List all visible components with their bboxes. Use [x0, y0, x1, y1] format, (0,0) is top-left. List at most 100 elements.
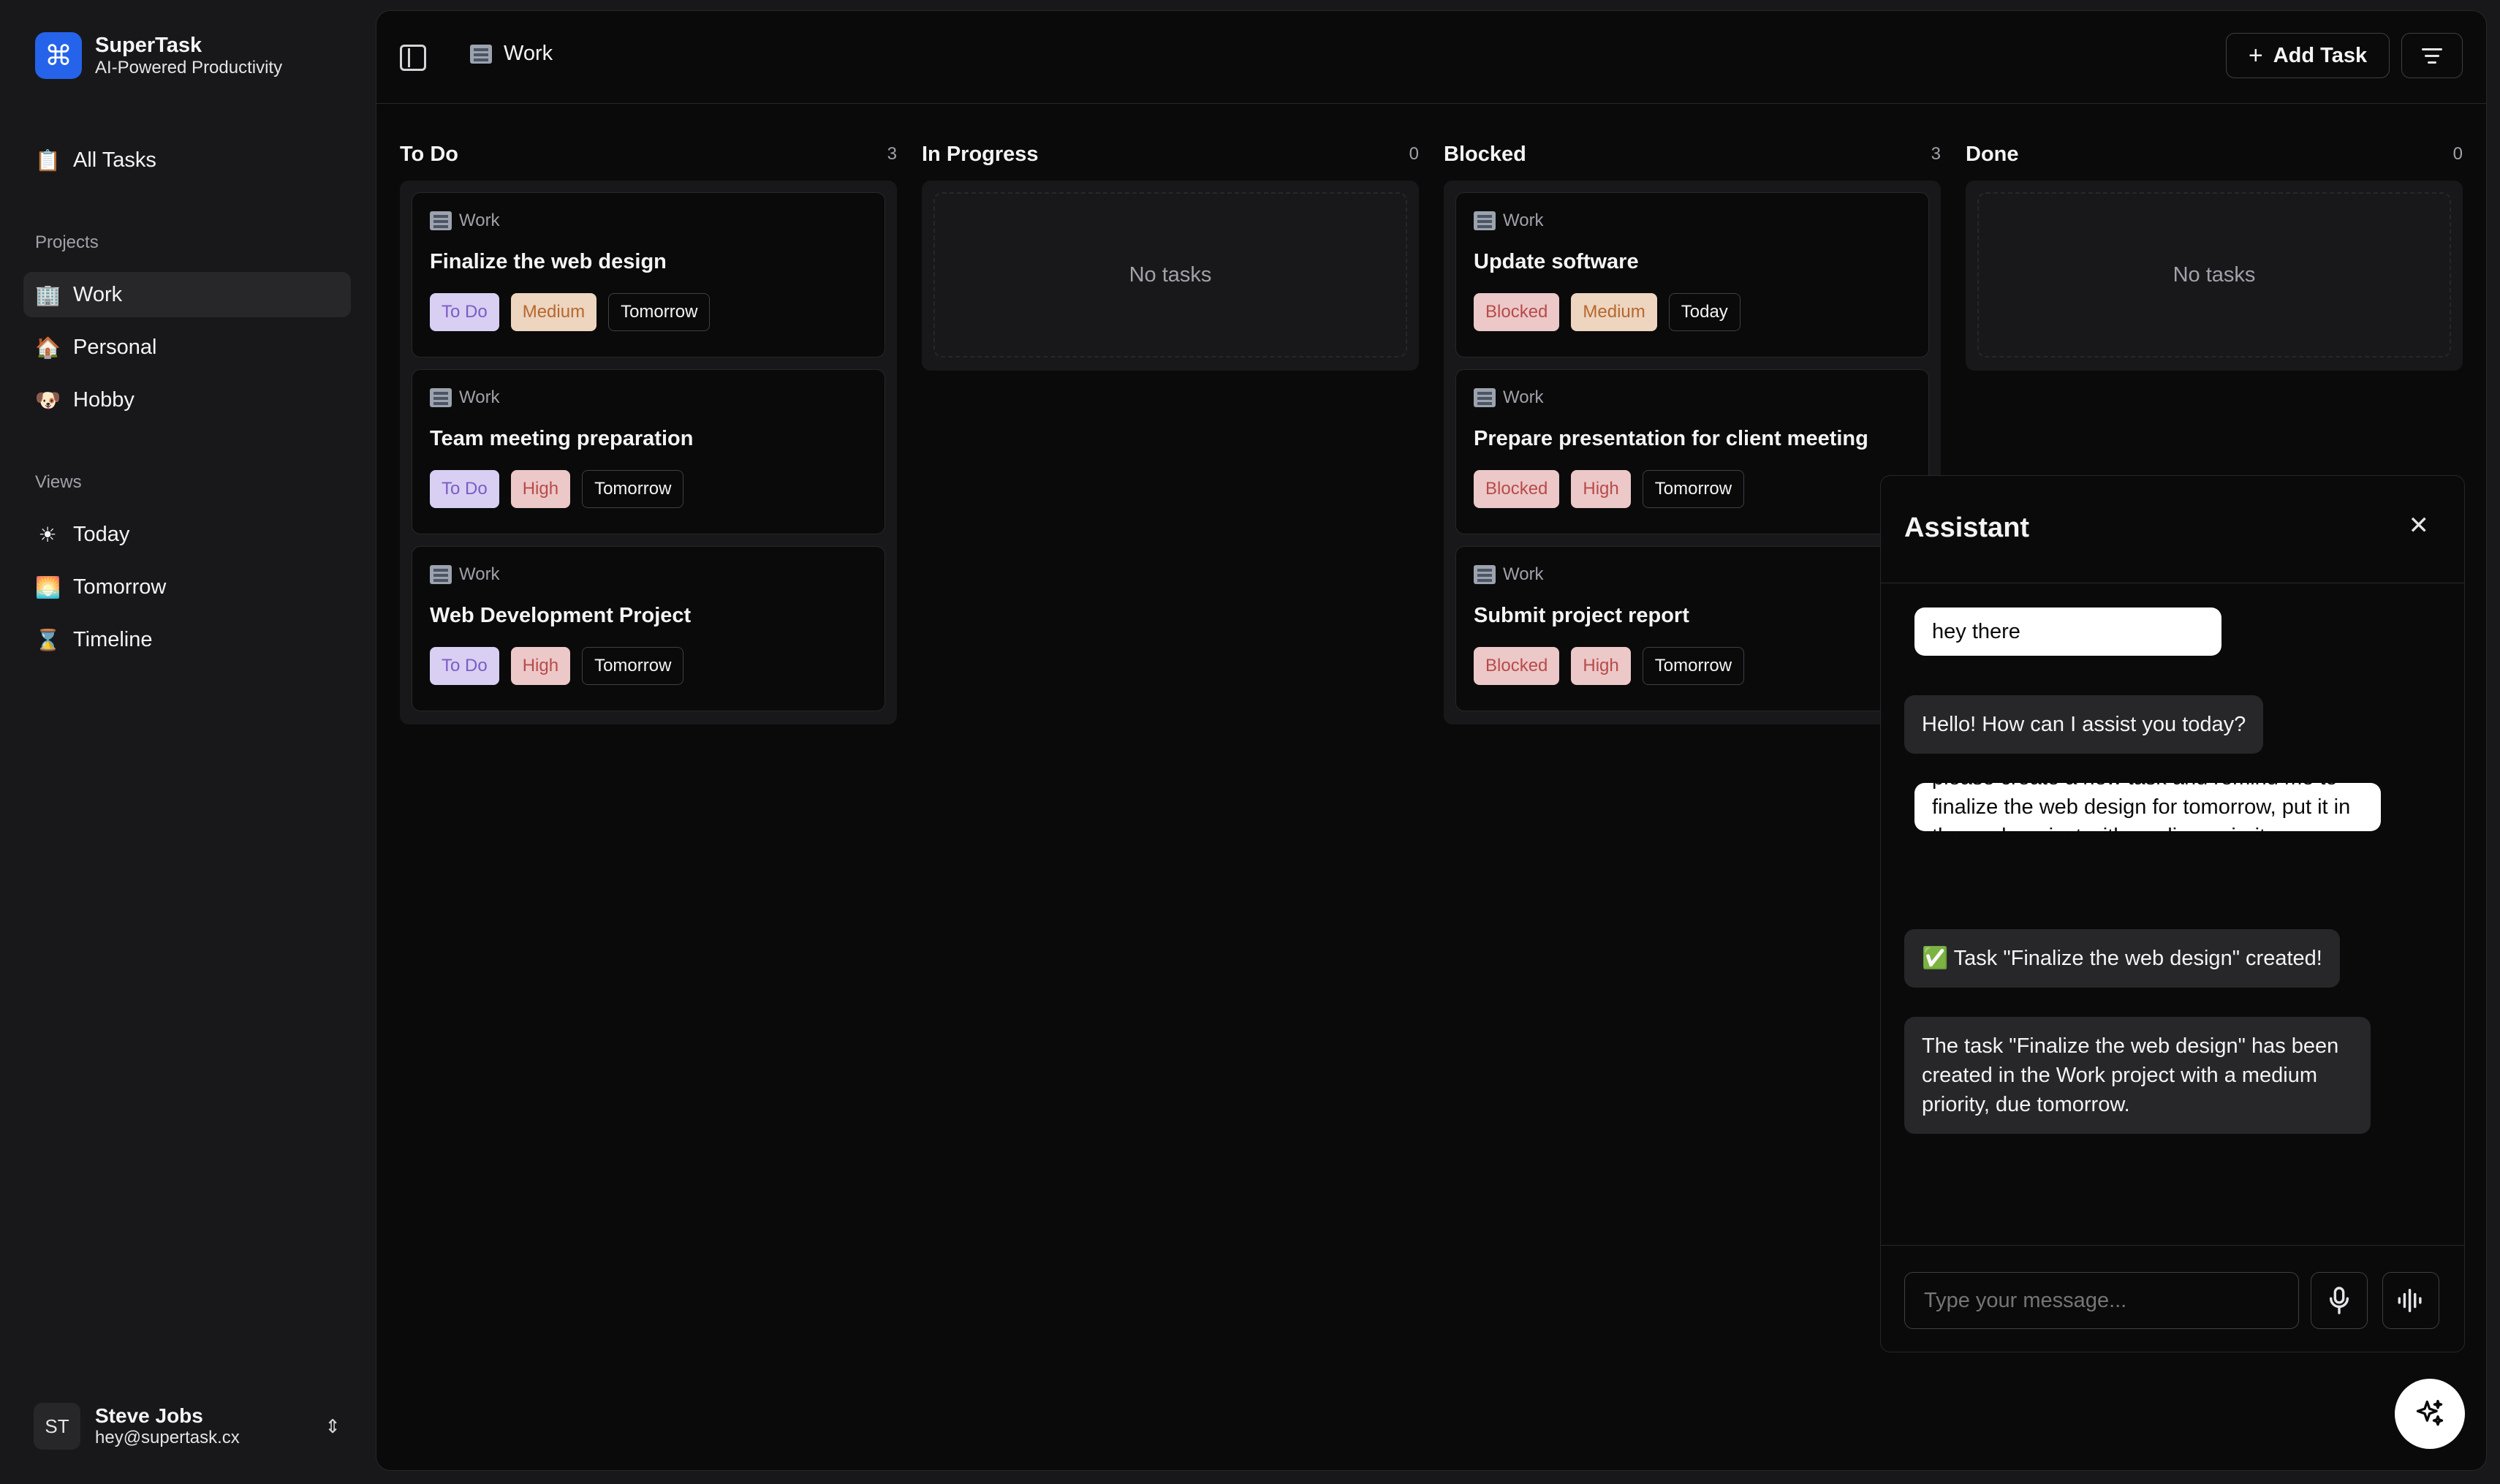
column-body: No tasks: [1966, 181, 2463, 371]
chat-message-assistant: The task "Finalize the web design" has b…: [1904, 1017, 2371, 1134]
app-name: SuperTask: [95, 34, 202, 57]
column-blocked: Blocked 3 Work Update software Blocked M…: [1444, 138, 1941, 724]
filter-icon: [2422, 48, 2442, 64]
sidebar-item-timeline[interactable]: ⌛ Timeline: [23, 617, 351, 662]
status-badge: To Do: [430, 647, 499, 685]
message-input[interactable]: [1904, 1272, 2299, 1329]
card-project: Work: [459, 211, 500, 230]
command-logo-icon: ⌘: [35, 32, 82, 79]
sidebar-item-label: Tomorrow: [73, 575, 167, 599]
office-building-icon: [1474, 565, 1496, 584]
sidebar-toggle-icon[interactable]: [400, 45, 426, 71]
sidebar-item-all-tasks[interactable]: 📋 All Tasks: [23, 137, 351, 183]
column-title: To Do: [400, 142, 458, 166]
priority-badge: High: [510, 470, 571, 508]
task-card[interactable]: Work Prepare presentation for client mee…: [1455, 369, 1929, 534]
microphone-button[interactable]: [2311, 1272, 2368, 1329]
column-body: Work Finalize the web design To Do Mediu…: [400, 181, 897, 724]
task-card[interactable]: Work Submit project report Blocked High …: [1455, 546, 1929, 711]
add-task-button[interactable]: + Add Task: [2226, 33, 2390, 78]
office-building-icon: [1474, 211, 1496, 230]
user-menu[interactable]: ST Steve Jobs hey@supertask.cx ⇕: [34, 1402, 341, 1450]
office-building-icon: [430, 565, 452, 584]
card-title: Web Development Project: [430, 604, 692, 627]
due-badge: Tomorrow: [1642, 647, 1745, 685]
priority-badge: High: [510, 647, 571, 685]
breadcrumb-label: Work: [504, 42, 553, 65]
status-badge: Blocked: [1474, 647, 1560, 685]
office-building-icon: [1474, 388, 1496, 407]
microphone-icon: [2329, 1287, 2349, 1314]
office-building-icon: [430, 211, 452, 230]
sidebar-item-hobby[interactable]: 🐶 Hobby: [23, 377, 351, 423]
task-card[interactable]: Work Update software Blocked Medium Toda…: [1455, 192, 1929, 357]
views-section-label: Views: [35, 472, 82, 492]
priority-badge: High: [1571, 470, 1631, 508]
sidebar-item-today[interactable]: ☀ Today: [23, 512, 351, 557]
sidebar-item-label: Timeline: [73, 627, 153, 651]
column-title: Done: [1966, 142, 2019, 166]
projects-section-label: Projects: [35, 232, 99, 252]
column-body: No tasks: [922, 181, 1419, 371]
due-badge: Tomorrow: [582, 647, 684, 685]
chat-message-assistant: ✅ Task "Finalize the web design" created…: [1904, 929, 2340, 988]
status-badge: To Do: [430, 470, 499, 508]
dog-face-icon: 🐶: [35, 387, 61, 412]
voice-mode-button[interactable]: [2382, 1272, 2439, 1329]
app-tagline: AI-Powered Productivity: [95, 58, 283, 77]
sidebar-item-label: Work: [73, 282, 123, 306]
card-title: Finalize the web design: [430, 250, 667, 273]
brand[interactable]: ⌘ SuperTask AI-Powered Productivity: [35, 32, 282, 79]
office-building-icon: [470, 44, 492, 64]
column-count: 3: [887, 144, 897, 164]
due-badge: Tomorrow: [582, 470, 684, 508]
chevron-up-down-icon: ⇕: [325, 1415, 341, 1437]
card-title: Team meeting preparation: [430, 427, 694, 450]
assistant-toggle-button[interactable]: [2395, 1379, 2465, 1449]
sidebar-item-label: All Tasks: [73, 148, 156, 172]
close-icon[interactable]: ✕: [2409, 511, 2430, 540]
topbar: Work + Add Task: [376, 11, 2486, 104]
breadcrumb: Work: [470, 42, 553, 66]
assistant-title: Assistant: [1904, 512, 2030, 543]
card-project: Work: [1503, 387, 1544, 407]
chat-message-user: please create a new task and remind me t…: [1914, 766, 2381, 848]
avatar: ST: [34, 1403, 80, 1450]
filter-button[interactable]: [2401, 33, 2463, 78]
status-badge: Blocked: [1474, 293, 1560, 331]
task-card[interactable]: Work Team meeting preparation To Do High…: [412, 369, 885, 534]
clipboard-icon: 📋: [35, 148, 61, 173]
sidebar-item-label: Hobby: [73, 387, 135, 412]
column-in-progress: In Progress 0 No tasks: [922, 138, 1419, 371]
sunrise-icon: 🌅: [35, 575, 61, 599]
card-project: Work: [1503, 564, 1544, 584]
due-badge: Tomorrow: [1642, 470, 1745, 508]
status-badge: To Do: [430, 293, 499, 331]
empty-state: No tasks: [1977, 192, 2451, 357]
priority-badge: Medium: [510, 293, 597, 331]
sun-icon: ☀: [38, 522, 57, 547]
sidebar-item-work[interactable]: 🏢 Work: [23, 272, 351, 317]
status-badge: Blocked: [1474, 470, 1560, 508]
sidebar-item-tomorrow[interactable]: 🌅 Tomorrow: [23, 564, 351, 610]
task-card[interactable]: Work Finalize the web design To Do Mediu…: [412, 192, 885, 357]
sidebar-item-personal[interactable]: 🏠 Personal: [23, 325, 351, 370]
empty-state: No tasks: [933, 192, 1407, 357]
card-title: Update software: [1474, 250, 1639, 273]
priority-badge: High: [1571, 647, 1631, 685]
priority-badge: Medium: [1571, 293, 1657, 331]
column-body: Work Update software Blocked Medium Toda…: [1444, 181, 1941, 724]
house-icon: 🏠: [35, 335, 61, 360]
add-task-label: Add Task: [2273, 43, 2368, 67]
column-count: 0: [1409, 144, 1419, 164]
assistant-panel: Assistant ✕ hey there Hello! How can I a…: [1880, 475, 2465, 1352]
office-building-icon: [430, 388, 452, 407]
hourglass-icon: ⌛: [35, 627, 61, 652]
column-done: Done 0 No tasks: [1966, 138, 2463, 371]
card-project: Work: [459, 564, 500, 584]
office-building-icon: 🏢: [35, 282, 61, 307]
sidebar: ⌘ SuperTask AI-Powered Productivity 📋 Al…: [0, 0, 373, 1484]
task-card[interactable]: Work Web Development Project To Do High …: [412, 546, 885, 711]
column-title: Blocked: [1444, 142, 1526, 166]
card-project: Work: [459, 387, 500, 407]
